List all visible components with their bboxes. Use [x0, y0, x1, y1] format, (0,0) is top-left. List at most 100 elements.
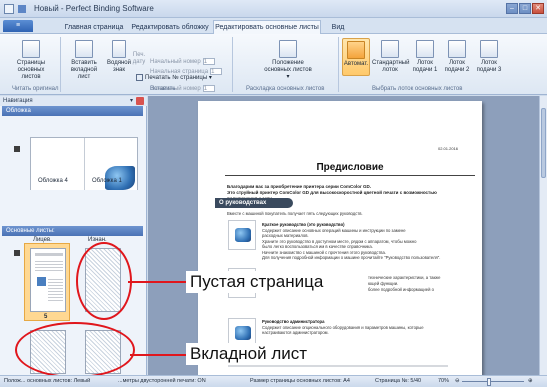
start-page-label: Начальная страница [150, 69, 209, 76]
print-date-button[interactable]: Печ. дату [132, 52, 146, 66]
navigation-header: Навигация ▾ [0, 96, 147, 106]
cover-section-header[interactable]: Обложка [2, 106, 143, 116]
tray-3-label: Лоток подачи 3 [476, 60, 502, 73]
group-separator-3 [338, 37, 339, 92]
group-separator-2 [232, 37, 233, 92]
manual-3-line-2: настраиваются администратором. [262, 330, 329, 335]
ribbon: Страницы основных листов Читать оригинал… [0, 34, 547, 95]
body-pages-button[interactable]: Страницы основных листов [8, 40, 54, 81]
tray-2-icon [448, 40, 466, 58]
watermark-icon [112, 40, 126, 58]
tray-standard-button[interactable]: Стандартный лоток [372, 40, 409, 74]
group-insert: Вставить [150, 86, 176, 92]
insert-tab-sheet-label: Вставить вкладной лист [70, 60, 98, 80]
insert-sheet-leader [130, 354, 186, 356]
status-page-number: Страница №: 5/40 [375, 378, 422, 384]
insert-sheet-highlight [15, 322, 135, 378]
status-paper-size: Размер страницы основных листов: A4 [250, 378, 350, 384]
zoom-slider-handle[interactable] [487, 378, 491, 386]
pages-icon [22, 40, 40, 58]
cover-back-label: Обложка 4 [38, 178, 68, 184]
start-page-input[interactable]: 1 [210, 68, 223, 75]
manual-1-graphic [235, 228, 251, 242]
thumb-line [35, 253, 63, 256]
doc-divider [228, 365, 448, 367]
tray-1-button[interactable]: Лоток подачи 1 [410, 40, 440, 74]
tab-edit-body[interactable]: Редактировать основные листы [213, 20, 321, 35]
navigation-label: Навигация [3, 98, 33, 104]
minimize-button[interactable]: – [506, 3, 518, 14]
cover-marker-icon [14, 146, 20, 152]
manual-1-line-6: Для получения подробной информации о маш… [262, 255, 441, 260]
body-section-header[interactable]: Основные листы: [2, 226, 143, 236]
ribbon-tab-bar: ≡ Главная страница Редактировать обложку… [0, 18, 547, 35]
position-icon [279, 40, 297, 58]
vertical-scrollbar[interactable] [539, 96, 547, 375]
page-number-label: 5 [44, 314, 48, 320]
thumb-text-2 [48, 277, 63, 301]
zoom-slider-track[interactable] [462, 381, 524, 382]
insert-sheet-callout: Вкладной лист [186, 343, 312, 365]
tray-auto-label: Автомат. [343, 61, 369, 67]
status-body-position: Полож... основных листов: Левый [4, 378, 91, 384]
section-intro: Вместе с машиной покупатель получает пят… [227, 211, 363, 216]
quick-access-icon[interactable] [18, 5, 26, 13]
manual-2-line-1: технические характеристики, а также [368, 275, 441, 280]
section-heading: О руководствах [215, 198, 293, 208]
tray-1-icon [416, 40, 434, 58]
tab-edit-cover[interactable]: Редактировать обложку [130, 21, 210, 34]
zoom-in-icon[interactable]: ⊕ [528, 376, 533, 387]
tray-3-button[interactable]: Лоток подачи 3 [474, 40, 504, 74]
print-date-label: Печ. дату [132, 52, 146, 65]
file-menu-tab[interactable]: ≡ [3, 20, 33, 32]
page-thumbnail-front[interactable] [30, 248, 66, 312]
body-header-label: Основные листы: [6, 228, 55, 234]
insert-tab-sheet-button[interactable]: Вставить вкладной лист [64, 40, 104, 81]
manual-3-title: Руководство администратора [262, 319, 325, 324]
zoom-out-icon[interactable]: ⊖ [455, 376, 460, 387]
scroll-thumb[interactable] [541, 108, 546, 178]
maximize-button[interactable]: □ [519, 3, 531, 14]
blank-page-highlight [76, 242, 132, 320]
blank-page-leader [128, 281, 186, 283]
manual-1-image [228, 220, 256, 250]
app-menu-icon[interactable] [4, 4, 14, 14]
start-page-row: Начальная страница 1 [150, 68, 223, 76]
group-layout: Раскладка основных листов [246, 86, 325, 92]
tray-auto-button[interactable]: Автомат. [342, 38, 370, 76]
tray-3-icon [480, 40, 498, 58]
tray-2-label: Лоток подачи 2 [444, 60, 470, 73]
insert-sheet-icon [75, 40, 93, 58]
print-page-number-label: Печатать № страницы [145, 75, 208, 82]
close-button[interactable]: ✕ [532, 3, 544, 14]
manual-1-line-2: расходных материалов. [262, 233, 309, 238]
cover-header-label: Обложка [6, 108, 31, 114]
manual-1-title: Краткое руководство (это руководство) [262, 222, 345, 227]
tab-home[interactable]: Главная страница [62, 21, 126, 34]
start-number-value[interactable]: 1 [202, 58, 215, 65]
group-separator [60, 37, 61, 92]
manual-1-line-4: было легко воспользоваться им в качестве… [262, 244, 373, 249]
body-position-label: Положение основных листов [264, 60, 312, 73]
doc-title: Предисловие [225, 162, 475, 176]
watermark-label: Водяной знак [107, 60, 131, 73]
status-duplex: ...метры двусторонней печати: ON [118, 378, 206, 384]
tab-view[interactable]: Вид [325, 21, 351, 34]
start-number-input[interactable]: 1 [202, 85, 215, 92]
pin-icon[interactable]: ▾ [130, 96, 133, 106]
manual-3-graphic [235, 326, 251, 340]
body-position-button[interactable]: Положение основных листов ▾ [262, 40, 314, 81]
start-number-label-top: Начальный номер [150, 59, 201, 66]
close-pane-icon[interactable] [136, 97, 144, 105]
watermark-button[interactable]: Водяной знак [107, 40, 131, 74]
status-zoom-level: 70% [438, 378, 450, 384]
tray-1-label: Лоток подачи 1 [412, 60, 438, 73]
group-read-original: Читать оригинал [12, 86, 59, 92]
page-number-icon [136, 74, 143, 81]
tray-2-button[interactable]: Лоток подачи 2 [442, 40, 472, 74]
standard-tray-icon [381, 40, 399, 58]
manual-2-line-3: более подробной информацией о [368, 287, 434, 292]
manual-2-line-2: ющей функции. [368, 281, 399, 286]
body-pages-label: Страницы основных листов [16, 60, 46, 80]
cover-front-label: Обложка 1 [92, 178, 122, 184]
